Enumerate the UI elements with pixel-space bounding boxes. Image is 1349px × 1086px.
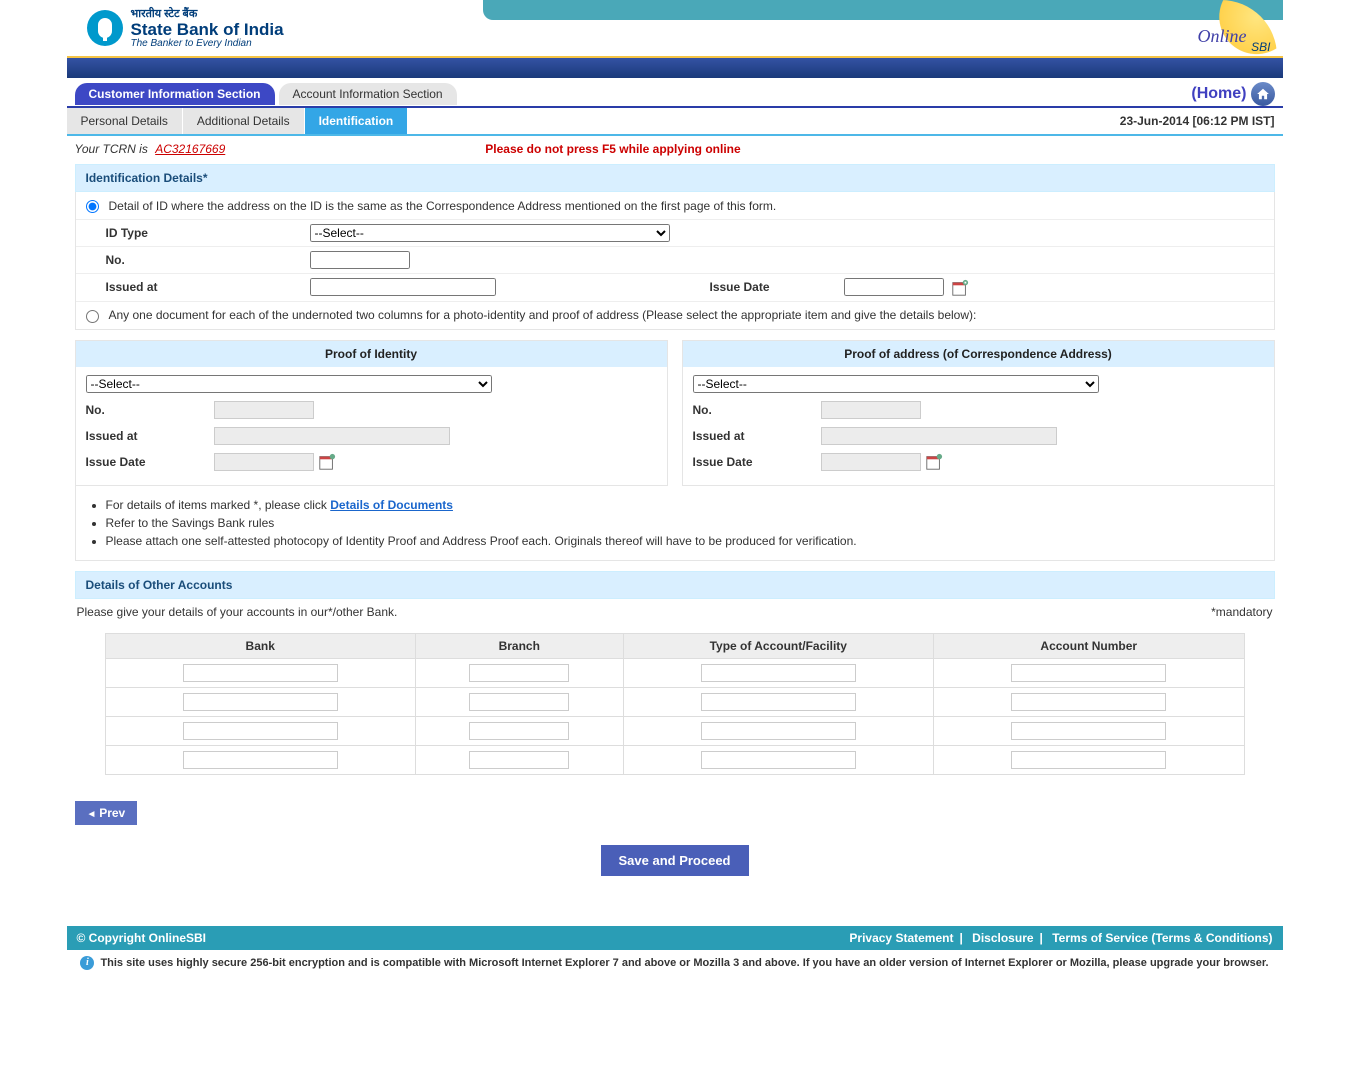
home-label: (Home) [1191, 85, 1246, 103]
radio-two-docs[interactable] [86, 310, 99, 323]
branch-input[interactable] [469, 722, 569, 740]
poa-no-label: No. [693, 403, 821, 417]
sbi-text: SBI [1251, 40, 1270, 54]
id-type-label: ID Type [76, 221, 306, 245]
disclosure-link[interactable]: Disclosure [972, 931, 1033, 945]
subtab-identification[interactable]: Identification [305, 108, 408, 134]
other-accounts-header: Details of Other Accounts [75, 571, 1275, 599]
calendar-icon[interactable] [925, 453, 943, 471]
sbi-logo-icon [87, 10, 123, 46]
branch-input[interactable] [469, 751, 569, 769]
type-input[interactable] [701, 693, 856, 711]
type-input[interactable] [701, 722, 856, 740]
bank-name: State Bank of India [131, 21, 284, 38]
tab-account-section[interactable]: Account Information Section [279, 83, 457, 105]
bank-input[interactable] [183, 722, 338, 740]
poa-issued-at-label: Issued at [693, 429, 821, 443]
id-issued-at-input[interactable] [310, 278, 496, 296]
poi-issue-date-label: Issue Date [86, 455, 214, 469]
tcrn-label: Your TCRN is [75, 142, 148, 156]
online-sbi-logo: Online SBI [1193, 0, 1277, 56]
bank-input[interactable] [183, 751, 338, 769]
mandatory-label: *mandatory [1211, 605, 1272, 619]
id-no-input[interactable] [310, 251, 410, 269]
poi-issued-at-label: Issued at [86, 429, 214, 443]
identification-header: Identification Details* [75, 164, 1275, 192]
subtab-additional[interactable]: Additional Details [183, 108, 305, 134]
f5-warning: Please do not press F5 while applying on… [485, 142, 740, 156]
datetime: 23-Jun-2014 [06:12 PM IST] [1120, 114, 1283, 128]
online-text: Online [1198, 26, 1247, 47]
bullet-attach: Please attach one self-attested photocop… [106, 532, 1268, 550]
poi-no-input[interactable] [214, 401, 314, 419]
radio-same-address[interactable] [86, 200, 99, 213]
home-icon [1251, 82, 1275, 106]
col-type: Type of Account/Facility [623, 633, 933, 658]
privacy-link[interactable]: Privacy Statement [849, 931, 953, 945]
col-branch: Branch [415, 633, 623, 658]
header: भारतीय स्टेट बैंक State Bank of India Th… [67, 0, 1283, 58]
radio-same-address-label: Detail of ID where the address on the ID… [109, 199, 777, 213]
table-row [105, 716, 1244, 745]
id-issue-date-input[interactable] [844, 278, 944, 296]
poa-no-input[interactable] [821, 401, 921, 419]
bullet-rules: Refer to the Savings Bank rules [106, 514, 1268, 532]
acctno-input[interactable] [1011, 664, 1166, 682]
other-accounts-note: Please give your details of your account… [77, 605, 1212, 619]
tos-link[interactable]: Terms of Service (Terms & Conditions) [1052, 931, 1272, 945]
bank-input[interactable] [183, 693, 338, 711]
poa-issued-at-input[interactable] [821, 427, 1057, 445]
col-bank: Bank [105, 633, 415, 658]
proof-address-select[interactable]: --Select-- [693, 375, 1099, 393]
save-proceed-button[interactable]: Save and Proceed [601, 845, 749, 876]
details-of-documents-link[interactable]: Details of Documents [330, 498, 453, 512]
bullet-docs: For details of items marked *, please cl… [106, 496, 1268, 514]
copyright: © Copyright OnlineSBI [77, 931, 207, 945]
bank-input[interactable] [183, 664, 338, 682]
bank-name-hindi: भारतीय स्टेट बैंक [131, 6, 284, 21]
compat-text: This site uses highly secure 256-bit enc… [100, 957, 1268, 969]
col-acctno: Account Number [934, 633, 1245, 658]
acctno-input[interactable] [1011, 722, 1166, 740]
id-type-select[interactable]: --Select-- [310, 224, 670, 242]
acctno-input[interactable] [1011, 751, 1166, 769]
branch-input[interactable] [469, 693, 569, 711]
subtab-personal[interactable]: Personal Details [67, 108, 183, 134]
proof-identity-header: Proof of Identity [76, 341, 667, 367]
id-no-label: No. [76, 248, 306, 272]
type-input[interactable] [701, 751, 856, 769]
table-row [105, 687, 1244, 716]
tcrn-link[interactable]: AC32167669 [155, 142, 225, 156]
id-issued-at-label: Issued at [76, 275, 306, 299]
poa-issue-date-label: Issue Date [693, 455, 821, 469]
branch-input[interactable] [469, 664, 569, 682]
id-issue-date-label: Issue Date [710, 280, 840, 294]
table-row [105, 658, 1244, 687]
prev-button[interactable]: Prev [75, 801, 138, 825]
home-link[interactable]: (Home) [1191, 82, 1274, 106]
calendar-icon[interactable] [318, 453, 336, 471]
poa-issue-date-input[interactable] [821, 453, 921, 471]
bank-tagline: The Banker to Every Indian [131, 38, 284, 49]
calendar-icon[interactable] [951, 279, 969, 297]
poi-no-label: No. [86, 403, 214, 417]
tab-customer-section[interactable]: Customer Information Section [75, 83, 275, 105]
info-icon: i [80, 956, 94, 970]
blue-strip [67, 58, 1283, 78]
teal-bar [483, 0, 1283, 20]
type-input[interactable] [701, 664, 856, 682]
proof-identity-select[interactable]: --Select-- [86, 375, 492, 393]
poi-issued-at-input[interactable] [214, 427, 450, 445]
poi-issue-date-input[interactable] [214, 453, 314, 471]
radio-two-docs-label: Any one document for each of the underno… [109, 308, 977, 322]
acctno-input[interactable] [1011, 693, 1166, 711]
accounts-table: Bank Branch Type of Account/Facility Acc… [105, 633, 1245, 775]
table-row [105, 745, 1244, 774]
proof-address-header: Proof of address (of Correspondence Addr… [683, 341, 1274, 367]
